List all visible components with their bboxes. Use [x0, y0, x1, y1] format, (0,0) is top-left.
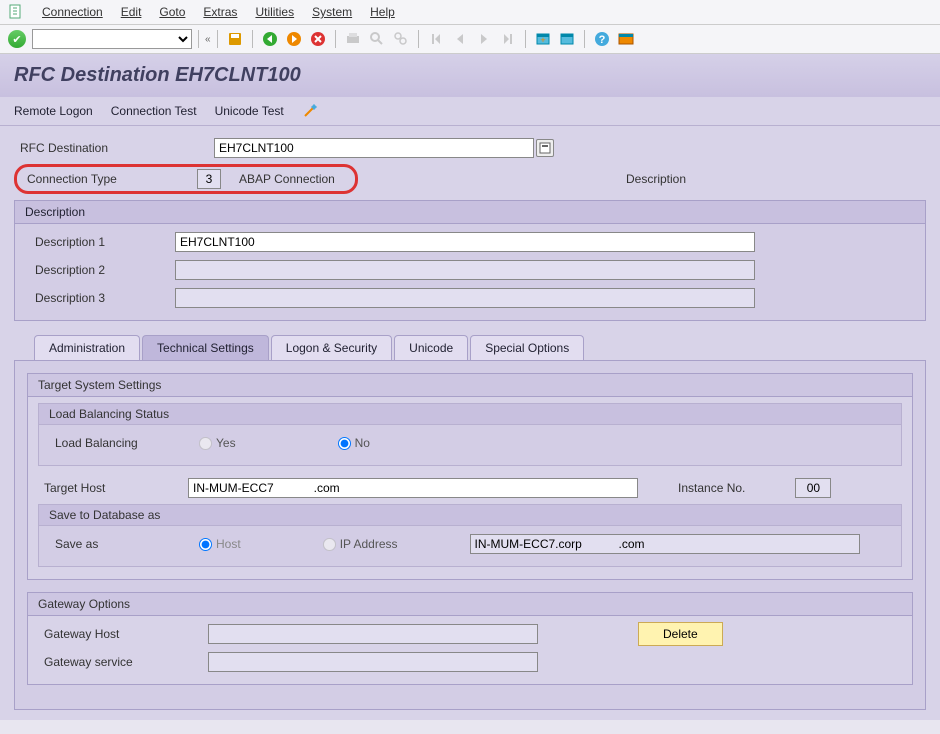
unicode-test-button[interactable]: Unicode Test	[215, 104, 284, 118]
load-balancing-yes-option[interactable]: Yes	[199, 436, 236, 450]
connection-type-highlight: Connection Type ABAP Connection	[14, 164, 358, 194]
create-shortcut-button[interactable]	[557, 29, 577, 49]
print-button[interactable]	[343, 29, 363, 49]
gateway-host-field[interactable]	[208, 624, 538, 644]
description3-field[interactable]	[175, 288, 755, 308]
no-label: No	[355, 436, 370, 450]
tab-panel-technical: Target System Settings Load Balancing St…	[14, 360, 926, 710]
instance-no-field[interactable]	[795, 478, 831, 498]
exit-button[interactable]	[284, 29, 304, 49]
menu-goto[interactable]: Goto	[159, 5, 185, 19]
app-menu-icon[interactable]	[8, 4, 24, 20]
header-form: RFC Destination Connection Type ABAP Con…	[0, 126, 940, 720]
save-as-host-radio[interactable]	[199, 538, 212, 551]
new-session-button[interactable]: +	[533, 29, 553, 49]
connection-type-text: ABAP Connection	[227, 172, 347, 186]
description1-label: Description 1	[25, 235, 175, 249]
save-db-title: Save to Database as	[39, 505, 901, 526]
save-as-field	[470, 534, 860, 554]
gateway-options-group: Gateway Options Gateway Host Delete Gate…	[27, 592, 913, 685]
tabstrip: Administration Technical Settings Logon …	[14, 335, 926, 710]
find-next-button[interactable]	[391, 29, 411, 49]
connection-test-button[interactable]: Connection Test	[111, 104, 197, 118]
cancel-button[interactable]	[308, 29, 328, 49]
description2-label: Description 2	[25, 263, 175, 277]
prev-page-button[interactable]	[450, 29, 470, 49]
save-as-ip-option[interactable]: IP Address	[323, 537, 398, 551]
description-group: Description Description 1 Description 2 …	[14, 200, 926, 321]
help-button[interactable]: ?	[592, 29, 612, 49]
page-title: RFC Destination EH7CLNT100	[14, 64, 926, 87]
menu-utilities[interactable]: Utilities	[255, 5, 294, 19]
description3-label: Description 3	[25, 291, 175, 305]
remote-logon-button[interactable]: Remote Logon	[14, 104, 93, 118]
target-host-field[interactable]	[188, 478, 638, 498]
target-system-group: Target System Settings Load Balancing St…	[27, 373, 913, 580]
layout-button[interactable]	[616, 29, 636, 49]
load-balancing-no-radio[interactable]	[338, 437, 351, 450]
first-page-button[interactable]	[426, 29, 446, 49]
save-as-label: Save as	[49, 537, 199, 551]
description-group-title: Description	[15, 201, 925, 224]
target-host-label: Target Host	[38, 481, 188, 495]
connection-type-code-field	[197, 169, 221, 189]
load-balancing-label: Load Balancing	[49, 436, 199, 450]
target-system-title: Target System Settings	[28, 374, 912, 397]
load-balancing-yes-radio[interactable]	[199, 437, 212, 450]
tab-logon-security[interactable]: Logon & Security	[271, 335, 392, 360]
app-toolbar: Remote Logon Connection Test Unicode Tes…	[0, 97, 940, 126]
save-as-ip-radio[interactable]	[323, 538, 336, 551]
menu-connection[interactable]: Connection	[42, 5, 103, 19]
description1-field[interactable]	[175, 232, 755, 252]
tab-technical-settings[interactable]: Technical Settings	[142, 335, 269, 360]
load-balancing-no-option[interactable]: No	[338, 436, 370, 450]
gateway-options-title: Gateway Options	[28, 593, 912, 616]
save-as-host-option[interactable]: Host	[199, 537, 241, 551]
tab-administration[interactable]: Administration	[34, 335, 140, 360]
svg-text:+: +	[540, 35, 545, 45]
menu-edit[interactable]: Edit	[121, 5, 142, 19]
gateway-service-field[interactable]	[208, 652, 538, 672]
next-page-button[interactable]	[474, 29, 494, 49]
gateway-service-label: Gateway service	[38, 655, 208, 669]
rfc-destination-label: RFC Destination	[14, 141, 214, 155]
menu-help[interactable]: Help	[370, 5, 395, 19]
instance-no-label: Instance No.	[678, 481, 745, 495]
svg-text:?: ?	[598, 34, 605, 46]
save-db-group: Save to Database as Save as Host IP Addr…	[38, 504, 902, 567]
tab-special-options[interactable]: Special Options	[470, 335, 584, 360]
menu-bar: Connection Edit Goto Extras Utilities Sy…	[0, 0, 940, 25]
wizard-icon[interactable]	[302, 103, 318, 119]
last-page-button[interactable]	[498, 29, 518, 49]
menu-extras[interactable]: Extras	[203, 5, 237, 19]
enter-button[interactable]: ✔	[8, 30, 26, 48]
connection-type-label: Connection Type	[21, 172, 197, 186]
rfc-destination-field[interactable]	[214, 138, 534, 158]
title-area: RFC Destination EH7CLNT100	[0, 54, 940, 97]
delete-button[interactable]: Delete	[638, 622, 723, 646]
description-header-label: Description	[606, 172, 926, 186]
load-balancing-group: Load Balancing Status Load Balancing Yes…	[38, 403, 902, 466]
ip-label: IP Address	[340, 537, 398, 551]
back-button[interactable]	[260, 29, 280, 49]
yes-label: Yes	[216, 436, 236, 450]
save-button[interactable]	[225, 29, 245, 49]
search-help-icon[interactable]	[536, 139, 554, 157]
gateway-host-label: Gateway Host	[38, 627, 208, 641]
find-button[interactable]	[367, 29, 387, 49]
description2-field[interactable]	[175, 260, 755, 280]
toolbar-chevron-icon: «	[205, 34, 211, 45]
command-field[interactable]	[32, 29, 192, 49]
tab-unicode[interactable]: Unicode	[394, 335, 468, 360]
system-toolbar: ✔ « + ?	[0, 25, 940, 54]
menu-system[interactable]: System	[312, 5, 352, 19]
host-label: Host	[216, 537, 241, 551]
load-balancing-status-title: Load Balancing Status	[39, 404, 901, 425]
